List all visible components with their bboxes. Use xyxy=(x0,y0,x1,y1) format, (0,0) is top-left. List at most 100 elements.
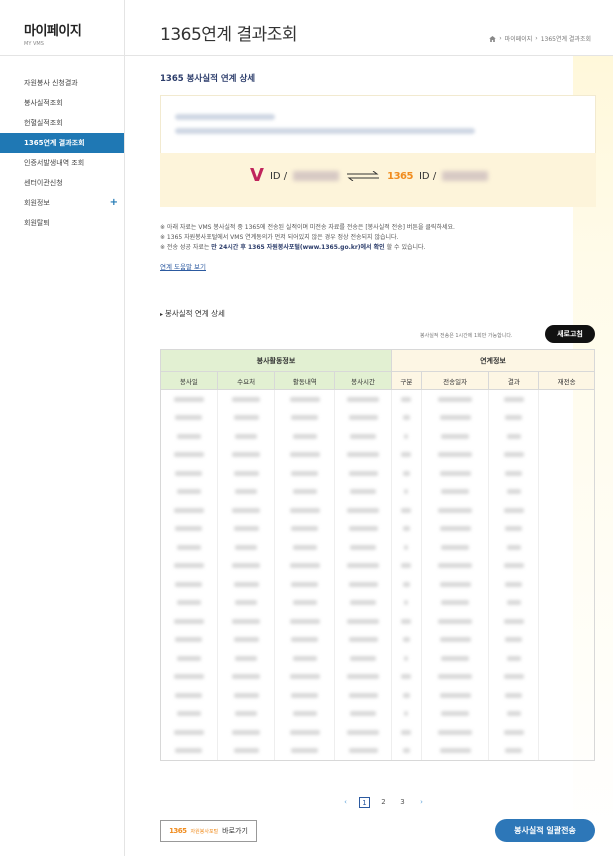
redacted-value xyxy=(441,544,470,550)
redacted-value xyxy=(503,563,524,569)
sidebar-item-withdraw[interactable]: 회원탈퇴 xyxy=(0,213,124,233)
table-cell xyxy=(392,575,422,594)
table-cell xyxy=(392,482,422,501)
table-cell xyxy=(392,741,422,760)
portal-shortcut-button[interactable]: 1365 자원봉사포털 바로가기 xyxy=(160,820,257,842)
table-cell xyxy=(275,408,336,427)
table-cell xyxy=(335,686,392,705)
table-cell xyxy=(539,575,594,594)
prev-page-button[interactable]: ‹ xyxy=(340,797,351,808)
page-button-current[interactable]: 1 xyxy=(359,797,370,808)
sidebar-item-certificate-history[interactable]: 인증서발생내역 조회 xyxy=(0,153,124,173)
redacted-value xyxy=(438,674,473,680)
sidebar-item-apply-result[interactable]: 자원봉사 신청결과 xyxy=(0,73,124,93)
redacted-value xyxy=(232,618,261,624)
redacted-value xyxy=(441,655,470,661)
refresh-button[interactable]: 새로고침 xyxy=(545,325,595,343)
help-link[interactable]: 연계 도움말 보기 xyxy=(160,261,206,271)
table-cell xyxy=(422,575,490,594)
notice-prefix: ※ 전송 성공 자료는 xyxy=(160,244,212,251)
redacted-value xyxy=(175,581,203,587)
table-cell xyxy=(392,612,422,631)
table-cell xyxy=(218,649,276,668)
table-cell xyxy=(539,742,594,761)
redacted-value xyxy=(291,637,319,643)
sidebar-item-blood-record[interactable]: 헌혈실적조회 xyxy=(0,113,124,133)
next-page-button[interactable]: › xyxy=(416,797,427,808)
sidebar-title: 마이페이지 xyxy=(24,24,82,39)
redacted-value xyxy=(505,415,523,421)
table-cell xyxy=(539,723,594,742)
table-cell xyxy=(275,556,336,575)
table-cell xyxy=(275,538,336,557)
table-cell xyxy=(392,538,422,557)
redacted-value xyxy=(401,729,412,735)
redacted-value xyxy=(347,507,380,513)
table-cell xyxy=(422,538,490,557)
table-cell xyxy=(392,519,422,538)
table-cell xyxy=(392,427,422,446)
link-arrows-icon xyxy=(347,171,380,181)
plus-icon[interactable]: + xyxy=(110,193,118,213)
table-cell xyxy=(218,686,276,705)
redacted-value xyxy=(401,563,412,569)
table-cell xyxy=(539,390,594,409)
redacted-value xyxy=(506,544,521,550)
table-row xyxy=(161,612,594,631)
page-button[interactable]: 3 xyxy=(397,797,408,808)
redacted-value xyxy=(350,433,377,439)
redacted-value xyxy=(347,618,380,624)
table-cell xyxy=(335,649,392,668)
table-cell xyxy=(539,705,594,724)
redacted-value xyxy=(173,674,204,680)
table-cell xyxy=(392,686,422,705)
table-cell xyxy=(422,519,490,538)
table-cell xyxy=(539,594,594,613)
table-section-title: 봉사실적 연계 상세 xyxy=(160,308,225,319)
breadcrumb-item[interactable]: 마이페이지 xyxy=(505,34,533,43)
link-summary-box xyxy=(160,95,596,207)
portal-id-value xyxy=(442,171,489,181)
table-cell xyxy=(275,464,336,483)
table-cell xyxy=(161,649,218,668)
redacted-value xyxy=(505,692,523,698)
redacted-value xyxy=(176,489,201,495)
sidebar-item-label: 1365연계 결과조회 xyxy=(24,139,85,147)
table-cell xyxy=(161,501,218,520)
column-header: 봉사일 xyxy=(161,372,218,389)
sidebar-menu: 자원봉사 신청결과 봉사실적조회 헌혈실적조회 1365연계 결과조회 인증서발… xyxy=(0,73,124,233)
redacted-value xyxy=(347,674,380,680)
sidebar-item-member-info[interactable]: 회원정보 + xyxy=(0,193,124,213)
table-cell xyxy=(275,649,336,668)
page-button[interactable]: 2 xyxy=(378,797,389,808)
redacted-value xyxy=(233,581,259,587)
table-cell xyxy=(392,704,422,723)
table-cell xyxy=(539,557,594,576)
sidebar-item-1365-link-result[interactable]: 1365연계 결과조회 xyxy=(0,133,124,153)
table-cell xyxy=(218,593,276,612)
redacted-value xyxy=(438,618,473,624)
home-icon[interactable] xyxy=(489,35,497,42)
table-cell xyxy=(275,741,336,760)
table-cell xyxy=(335,445,392,464)
notice-line: ※ 1365 자원봉사포털에서 VMS 연계동의가 먼저 되어있지 않은 경우 … xyxy=(160,234,399,241)
sidebar-item-volunteer-record[interactable]: 봉사실적조회 xyxy=(0,93,124,113)
table-row xyxy=(161,427,594,446)
redacted-value xyxy=(503,396,524,402)
redacted-value xyxy=(347,729,380,735)
table-cell xyxy=(275,575,336,594)
table-cell xyxy=(539,538,594,557)
redacted-value xyxy=(506,711,521,717)
table-cell xyxy=(218,501,276,520)
breadcrumb-separator: › xyxy=(499,35,502,42)
table-cell xyxy=(335,427,392,446)
table-cell xyxy=(422,427,490,446)
table-cell xyxy=(489,538,540,557)
table-cell xyxy=(392,501,422,520)
table-cell xyxy=(275,593,336,612)
redacted-value xyxy=(175,526,203,532)
bulk-send-button[interactable]: 봉사실적 일괄전송 xyxy=(495,819,595,842)
sidebar-item-label: 자원봉사 신청결과 xyxy=(24,79,78,87)
table-cell xyxy=(539,483,594,502)
sidebar-item-center-transfer[interactable]: 센터이관신청 xyxy=(0,173,124,193)
